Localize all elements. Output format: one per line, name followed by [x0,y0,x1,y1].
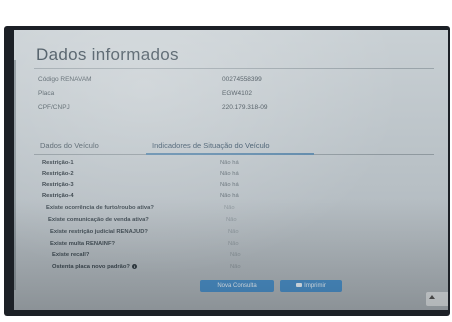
status-row: Ostenta placa novo padrão? i Não [52,264,432,275]
page-title: Dados informados [36,45,179,64]
tab-dados-veiculo[interactable]: Dados do Veículo [40,141,99,150]
status-label-text: Ostenta placa novo padrão? [52,264,130,271]
title-divider [34,68,434,69]
new-query-button[interactable]: Nova Consulta [200,280,274,292]
status-row: Restrição-2 Não há [42,171,422,182]
status-value: Não há [220,193,239,199]
status-label: Restrição-3 [42,182,74,188]
print-button-label: Imprimir [304,283,326,289]
info-label: CPF/CNPJ [38,104,70,111]
status-label: Restrição-4 [42,193,74,199]
info-row-placa: Placa EGW4102 [38,90,418,102]
active-tab-indicator [146,153,314,155]
status-row: Existe multa RENAINF? Não [50,241,430,252]
info-value: EGW4102 [222,90,252,97]
status-value: Não [230,264,241,270]
status-row: Restrição-4 Não há [42,193,422,204]
status-row: Existe restrição judicial RENAJUD? Não [50,229,430,240]
printer-icon [296,283,303,288]
tab-indicadores-situacao[interactable]: Indicadores de Situação do Veículo [152,141,270,150]
status-row: Existe recall? Não [52,252,432,263]
status-value: Não [228,241,239,247]
info-value: 220.179.318-09 [222,104,268,111]
arrow-up-icon [429,295,435,299]
status-row: Restrição-3 Não há [42,182,422,193]
info-circle-icon[interactable]: i [131,264,137,269]
left-panel-edge [14,60,16,290]
status-value: Não [224,205,235,211]
status-label: Existe ocorrência de furto/roubo ativa? [46,205,154,211]
status-row: Restrição-1 Não há [42,160,422,171]
photo-frame: Dados informados Código RENAVAM 00274558… [0,0,452,322]
status-value: Não [226,217,237,223]
status-label: Existe restrição judicial RENAJUD? [50,229,148,235]
status-label: Existe recall? [52,252,90,258]
monitor-bezel: Dados informados Código RENAVAM 00274558… [4,26,450,316]
status-value: Não [228,229,239,235]
screen: Dados informados Código RENAVAM 00274558… [14,30,448,310]
status-label: Existe comunicação de venda ativa? [48,217,149,223]
status-row: Existe ocorrência de furto/roubo ativa? … [46,205,426,216]
status-value: Não há [220,171,239,177]
status-value: Não há [220,182,239,188]
status-value: Não há [220,160,239,166]
status-label: Ostenta placa novo padrão? i [52,264,137,270]
status-label: Restrição-2 [42,171,74,177]
scroll-top-button[interactable] [426,292,448,306]
print-button[interactable]: Imprimir [280,280,342,292]
info-value: 00274558399 [222,76,262,83]
info-label: Placa [38,90,55,97]
status-value: Não [230,252,241,258]
info-row-cpf: CPF/CNPJ 220.179.318-09 [38,104,418,116]
info-row-renavam: Código RENAVAM 00274558399 [38,76,418,88]
status-label: Restrição-1 [42,160,74,166]
info-label: Código RENAVAM [38,76,92,83]
status-label: Existe multa RENAINF? [50,241,116,247]
status-row: Existe comunicação de venda ativa? Não [48,217,428,228]
